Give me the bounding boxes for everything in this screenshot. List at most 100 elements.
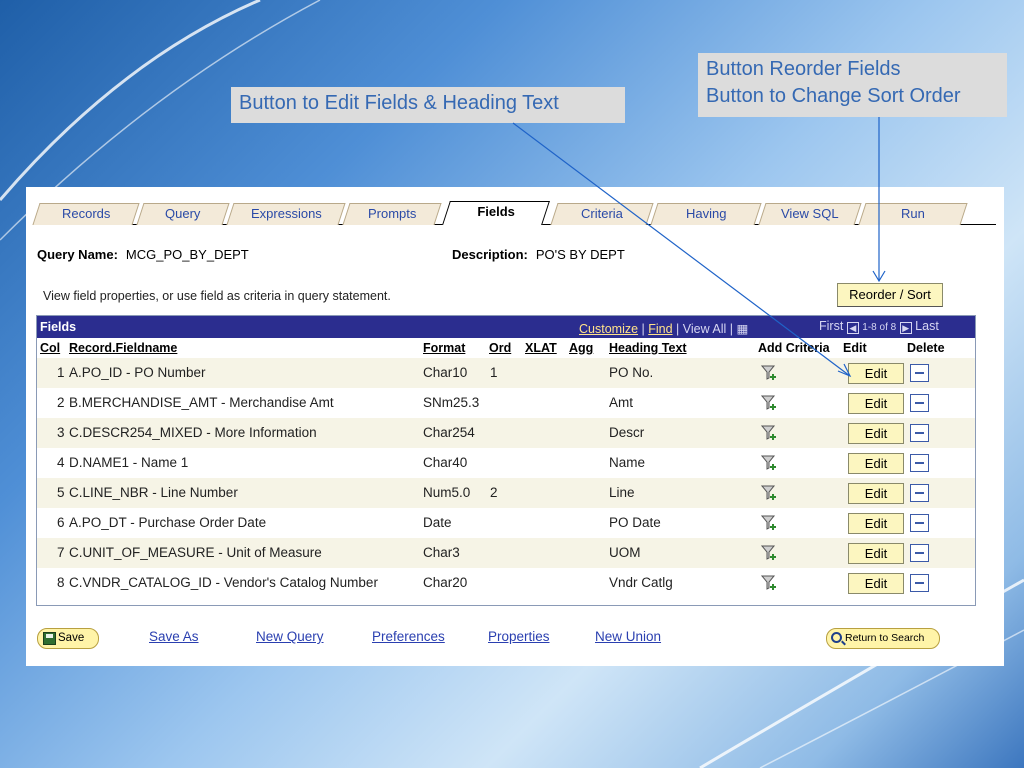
tab-records[interactable]: Records (32, 203, 140, 225)
edit-button[interactable]: Edit (848, 363, 904, 384)
tab-run[interactable]: Run (858, 203, 968, 225)
table-row: 4 D.NAME1 - Name 1 Char40 Name Edit (37, 448, 975, 478)
row-fieldname: A.PO_ID - PO Number (69, 365, 206, 380)
row-format: Char20 (423, 575, 468, 590)
row-col-number: 5 (57, 485, 65, 500)
row-heading-text: Line (609, 485, 635, 500)
delete-row-icon[interactable] (910, 574, 929, 592)
edit-button[interactable]: Edit (848, 423, 904, 444)
row-heading-text: PO No. (609, 365, 654, 380)
header-agg[interactable]: Agg (569, 341, 593, 355)
delete-row-icon[interactable] (910, 424, 929, 442)
callout-reorder-line1: Button Reorder Fields (706, 58, 901, 80)
query-name-label: Query Name: (37, 247, 118, 262)
add-criteria-filter-icon[interactable] (761, 545, 779, 561)
callout-reorder-line2: Button to Change Sort Order (706, 85, 961, 107)
delete-row-icon[interactable] (910, 544, 929, 562)
next-arrow-icon[interactable]: ▶ (899, 322, 912, 334)
table-row: 1 A.PO_ID - PO Number Char10 1 PO No. Edit (37, 358, 975, 388)
tab-prompts[interactable]: Prompts (342, 203, 442, 225)
query-name: Query Name: MCG_PO_BY_DEPT (37, 247, 249, 262)
customize-link[interactable]: Customize (579, 322, 638, 336)
first-label[interactable]: First (819, 319, 843, 333)
save-label: Save (58, 632, 85, 644)
edit-button[interactable]: Edit (848, 483, 904, 504)
table-row: 8 C.VNDR_CATALOG_ID - Vendor's Catalog Nu… (37, 568, 975, 598)
row-col-number: 8 (57, 575, 65, 590)
edit-button[interactable]: Edit (848, 393, 904, 414)
header-col[interactable]: Col (40, 341, 60, 355)
reorder-sort-button[interactable]: Reorder / Sort (837, 283, 943, 307)
preferences-link[interactable]: Preferences (372, 629, 445, 644)
row-format: Char10 (423, 365, 468, 380)
edit-button[interactable]: Edit (848, 543, 904, 564)
return-to-search-label: Return to Search (845, 632, 925, 644)
callout-reorder-button: Button Reorder Fields Button to Change S… (698, 53, 1007, 117)
header-heading-text[interactable]: Heading Text (609, 341, 687, 355)
delete-row-icon[interactable] (910, 514, 929, 532)
row-fieldname: C.UNIT_OF_MEASURE - Unit of Measure (69, 545, 322, 560)
header-fieldname[interactable]: Record.Fieldname (69, 341, 177, 355)
add-criteria-filter-icon[interactable] (761, 575, 779, 591)
return-to-search-button[interactable]: Return to Search (826, 628, 940, 649)
tab-criteria[interactable]: Criteria (550, 203, 654, 225)
delete-row-icon[interactable] (910, 484, 929, 502)
row-fieldname: C.LINE_NBR - Line Number (69, 485, 238, 500)
delete-row-icon[interactable] (910, 394, 929, 412)
header-ord[interactable]: Ord (489, 341, 511, 355)
row-fieldname: C.DESCR254_MIXED - More Information (69, 425, 317, 440)
row-heading-text: Vndr Catlg (609, 575, 673, 590)
grid-title: Fields (40, 320, 77, 334)
delete-row-icon[interactable] (910, 454, 929, 472)
tab-query[interactable]: Query (136, 203, 230, 225)
description-value: PO'S BY DEPT (535, 247, 625, 262)
table-row: 5 C.LINE_NBR - Line Number Num5.0 2 Line Edit (37, 478, 975, 508)
grid-header-bar: Fields Customize | Find | View All | ▦ F… (37, 316, 975, 338)
prev-arrow-icon[interactable]: ◀ (846, 322, 859, 334)
add-criteria-filter-icon[interactable] (761, 515, 779, 531)
last-label[interactable]: Last (915, 319, 939, 333)
row-fieldname: B.MERCHANDISE_AMT - Merchandise Amt (69, 395, 334, 410)
properties-link[interactable]: Properties (488, 629, 550, 644)
download-icon[interactable]: ▦ (737, 322, 749, 336)
grid-pager: First ◀ 1-8 of 8 ▶ Last (819, 319, 939, 334)
query-description: Description: PO'S BY DEPT (452, 247, 625, 262)
row-col-number: 1 (57, 365, 65, 380)
tab-fields[interactable]: Fields (442, 201, 550, 225)
save-as-link[interactable]: Save As (149, 629, 199, 644)
save-icon (43, 632, 56, 645)
tab-expressions[interactable]: Expressions (226, 203, 346, 225)
query-name-value: MCG_PO_BY_DEPT (125, 247, 249, 262)
view-all-link[interactable]: View All (683, 322, 727, 336)
add-criteria-filter-icon[interactable] (761, 365, 779, 381)
add-criteria-filter-icon[interactable] (761, 455, 779, 471)
add-criteria-filter-icon[interactable] (761, 395, 779, 411)
footer-toolbar: Save Save As New Query Preferences Prope… (36, 627, 986, 651)
tab-view-sql[interactable]: View SQL (758, 203, 862, 225)
find-link[interactable]: Find (648, 322, 672, 336)
header-edit: Edit (843, 341, 867, 355)
delete-row-icon[interactable] (910, 364, 929, 382)
row-col-number: 6 (57, 515, 65, 530)
grid-rows: 1 A.PO_ID - PO Number Char10 1 PO No. Edit 2 B.… (37, 358, 975, 598)
magnifier-icon (831, 632, 842, 643)
row-format: Date (423, 515, 452, 530)
add-criteria-filter-icon[interactable] (761, 425, 779, 441)
add-criteria-filter-icon[interactable] (761, 485, 779, 501)
new-query-link[interactable]: New Query (256, 629, 324, 644)
header-delete: Delete (907, 341, 945, 355)
save-button[interactable]: Save (37, 628, 99, 649)
instruction-text: View field properties, or use field as c… (43, 289, 391, 303)
row-heading-text: PO Date (609, 515, 661, 530)
tab-having[interactable]: Having (650, 203, 762, 225)
new-union-link[interactable]: New Union (595, 629, 661, 644)
header-xlat[interactable]: XLAT (525, 341, 557, 355)
callout-edit-text: Button to Edit Fields & Heading Text (239, 92, 559, 114)
edit-button[interactable]: Edit (848, 453, 904, 474)
edit-button[interactable]: Edit (848, 513, 904, 534)
table-row: 6 A.PO_DT - Purchase Order Date Date PO Dat… (37, 508, 975, 538)
row-heading-text: Name (609, 455, 646, 470)
header-format[interactable]: Format (423, 341, 465, 355)
row-ord: 1 (490, 365, 498, 380)
edit-button[interactable]: Edit (848, 573, 904, 594)
